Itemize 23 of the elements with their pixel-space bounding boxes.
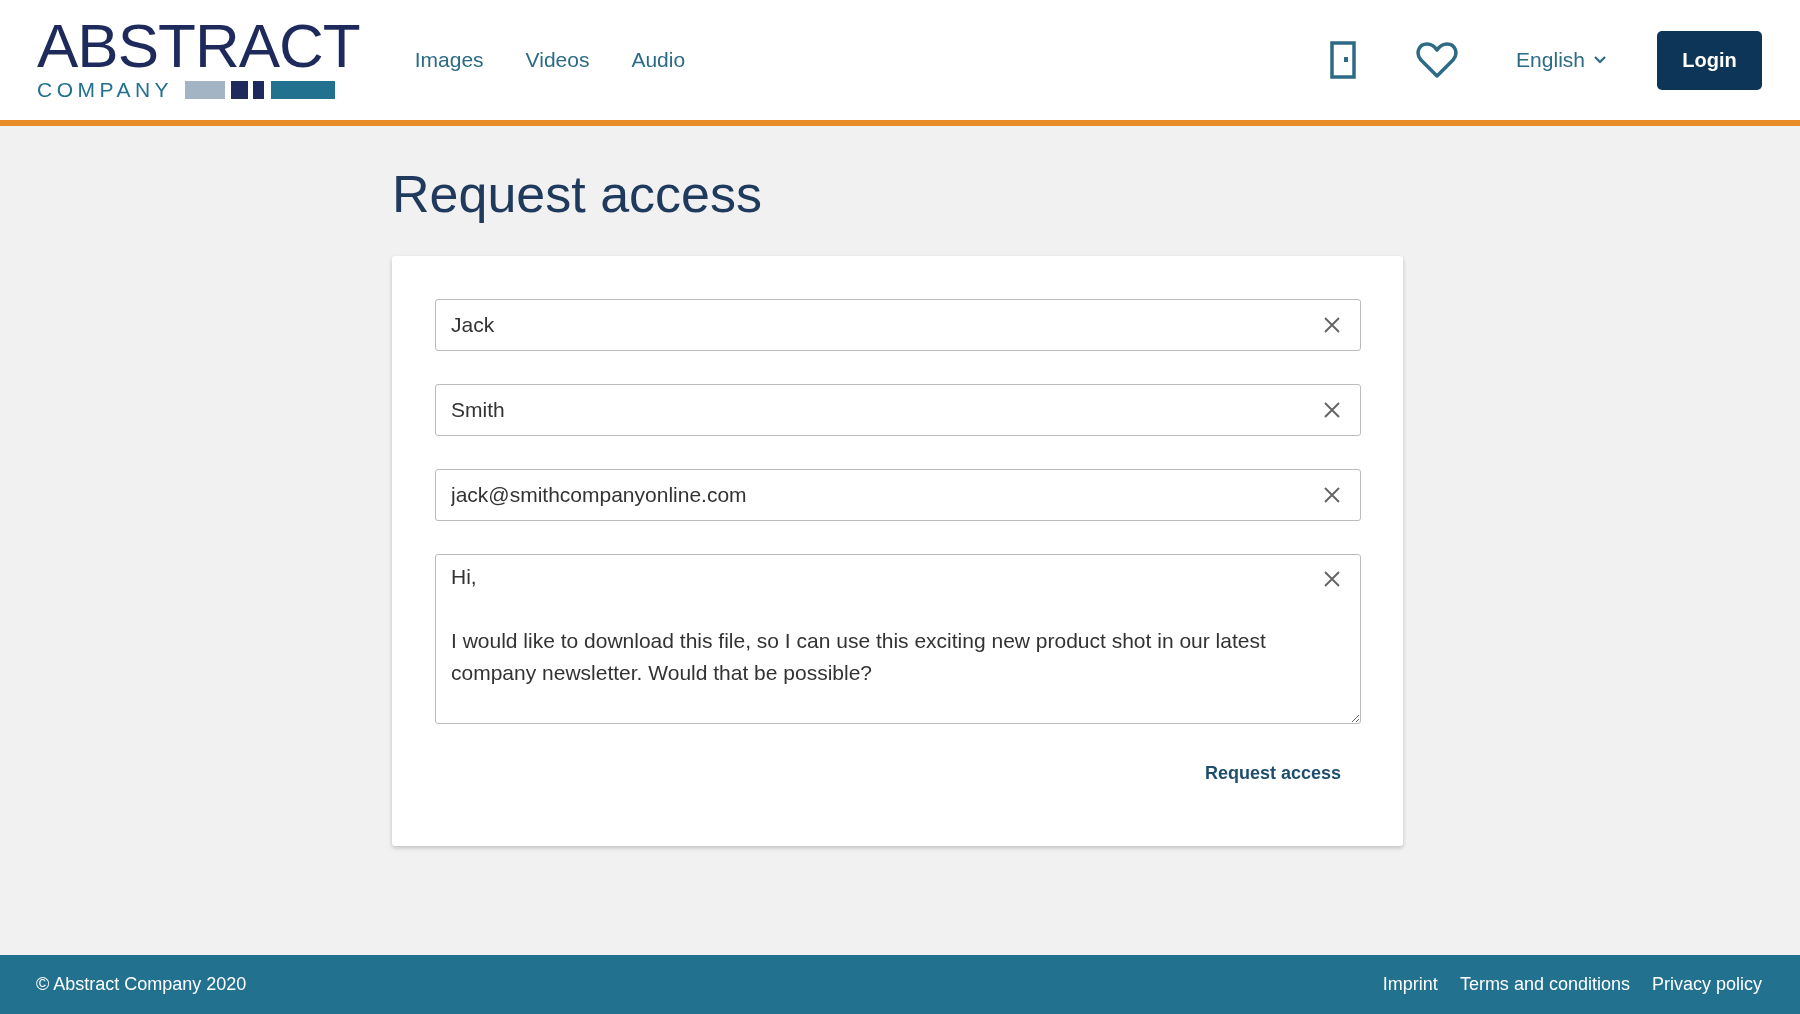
clear-icon[interactable]	[1323, 316, 1341, 334]
message-field[interactable]: Hi, I would like to download this file, so I can use this exciting new product shot in our latest company newsletter. Would that be possible?	[435, 554, 1361, 724]
login-button[interactable]: Login	[1657, 30, 1762, 90]
text-field[interactable]: jack@smithcompanyonline.com	[435, 469, 1361, 521]
company-logo[interactable]: ABSTRACT COMPANY	[37, 18, 360, 102]
nav-link[interactable]: Audio	[631, 48, 686, 72]
language-dropdown[interactable]: English	[1516, 48, 1607, 72]
page-title: Request access	[392, 164, 763, 224]
footer-link[interactable]: Imprint	[1382, 974, 1438, 995]
footer-link[interactable]: Privacy policy	[1651, 974, 1762, 995]
nav-link[interactable]: Videos	[525, 48, 590, 72]
chevron-down-icon	[1593, 55, 1607, 65]
heart-icon[interactable]	[1416, 41, 1459, 79]
nav-link[interactable]: Images	[414, 48, 484, 72]
door-icon[interactable]	[1330, 41, 1357, 79]
clear-icon[interactable]	[1323, 401, 1341, 419]
clear-icon[interactable]	[1323, 486, 1341, 504]
text-field[interactable]: Smith	[435, 384, 1361, 436]
copyright-text: © Abstract Company 2020	[36, 974, 247, 995]
clear-icon[interactable]	[1323, 570, 1341, 588]
request-access-button[interactable]: Request access	[1204, 759, 1341, 788]
footer-link[interactable]: Terms and conditions	[1459, 974, 1630, 995]
text-field[interactable]: Jack	[435, 299, 1361, 351]
